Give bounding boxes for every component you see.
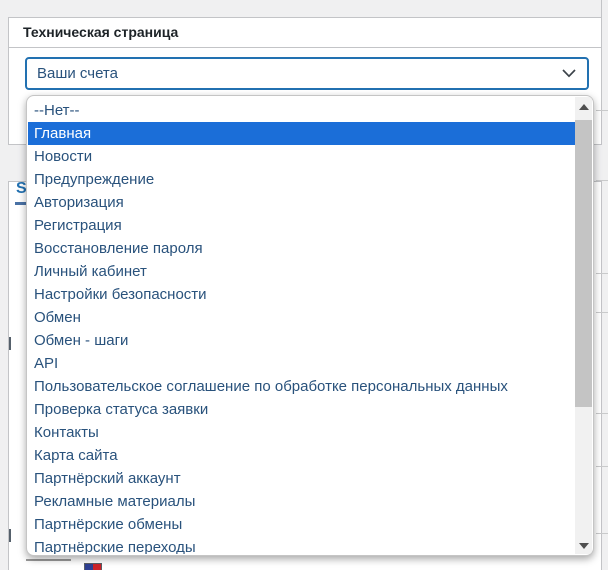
background-divider [596, 180, 608, 181]
background-divider [596, 413, 608, 414]
option-16[interactable]: Партнёрский аккаунт [28, 467, 575, 490]
flag-blue-half [85, 564, 93, 570]
option-3[interactable]: Предупреждение [28, 168, 575, 191]
select-value: Ваши счета [27, 65, 562, 82]
option-5[interactable]: Регистрация [28, 214, 575, 237]
option-17[interactable]: Рекламные материалы [28, 490, 575, 513]
background-divider [596, 273, 608, 274]
option-2[interactable]: Новости [28, 145, 575, 168]
scroll-down-button[interactable] [575, 537, 592, 554]
occluded-text-fragment [15, 202, 26, 205]
occluded-content-fragment [9, 529, 11, 542]
background-divider [596, 312, 608, 313]
option-4[interactable]: Авторизация [28, 191, 575, 214]
occluded-divider [26, 559, 71, 561]
flag-icon[interactable] [84, 563, 102, 570]
panel-title: Техническая страница [9, 18, 601, 48]
background-divider [596, 533, 608, 534]
background-divider [596, 110, 608, 111]
dropdown-scrollbar[interactable] [575, 97, 592, 554]
option-15[interactable]: Карта сайта [28, 444, 575, 467]
option-8[interactable]: Настройки безопасности [28, 283, 575, 306]
option-0[interactable]: --Нет-- [28, 99, 575, 122]
option-9[interactable]: Обмен [28, 306, 575, 329]
technical-page-select[interactable]: Ваши счета [25, 57, 589, 90]
option-13[interactable]: Проверка статуса заявки [28, 398, 575, 421]
select-dropdown: --Нет--ГлавнаяНовостиПредупреждениеАвтор… [26, 95, 594, 556]
option-12[interactable]: Пользовательское соглашение по обработке… [28, 375, 575, 398]
option-11[interactable]: API [28, 352, 575, 375]
option-list: --Нет--ГлавнаяНовостиПредупреждениеАвтор… [28, 97, 575, 554]
triangle-down-icon [579, 543, 589, 549]
option-19[interactable]: Партнёрские переходы [28, 536, 575, 554]
scrollbar-thumb[interactable] [575, 120, 592, 407]
chevron-down-icon [562, 69, 576, 78]
option-6[interactable]: Восстановление пароля [28, 237, 575, 260]
scroll-up-button[interactable] [575, 98, 592, 115]
option-14[interactable]: Контакты [28, 421, 575, 444]
triangle-up-icon [579, 104, 589, 110]
option-10[interactable]: Обмен - шаги [28, 329, 575, 352]
option-7[interactable]: Личный кабинет [28, 260, 575, 283]
background-divider [596, 466, 608, 467]
panel-border-fragment [601, 0, 602, 17]
occluded-content-fragment [9, 337, 11, 350]
option-1[interactable]: Главная [28, 122, 575, 145]
page: Техническая страница S Ваши счета --Нет-… [0, 0, 608, 570]
flag-red-half [93, 564, 101, 570]
option-18[interactable]: Партнёрские обмены [28, 513, 575, 536]
